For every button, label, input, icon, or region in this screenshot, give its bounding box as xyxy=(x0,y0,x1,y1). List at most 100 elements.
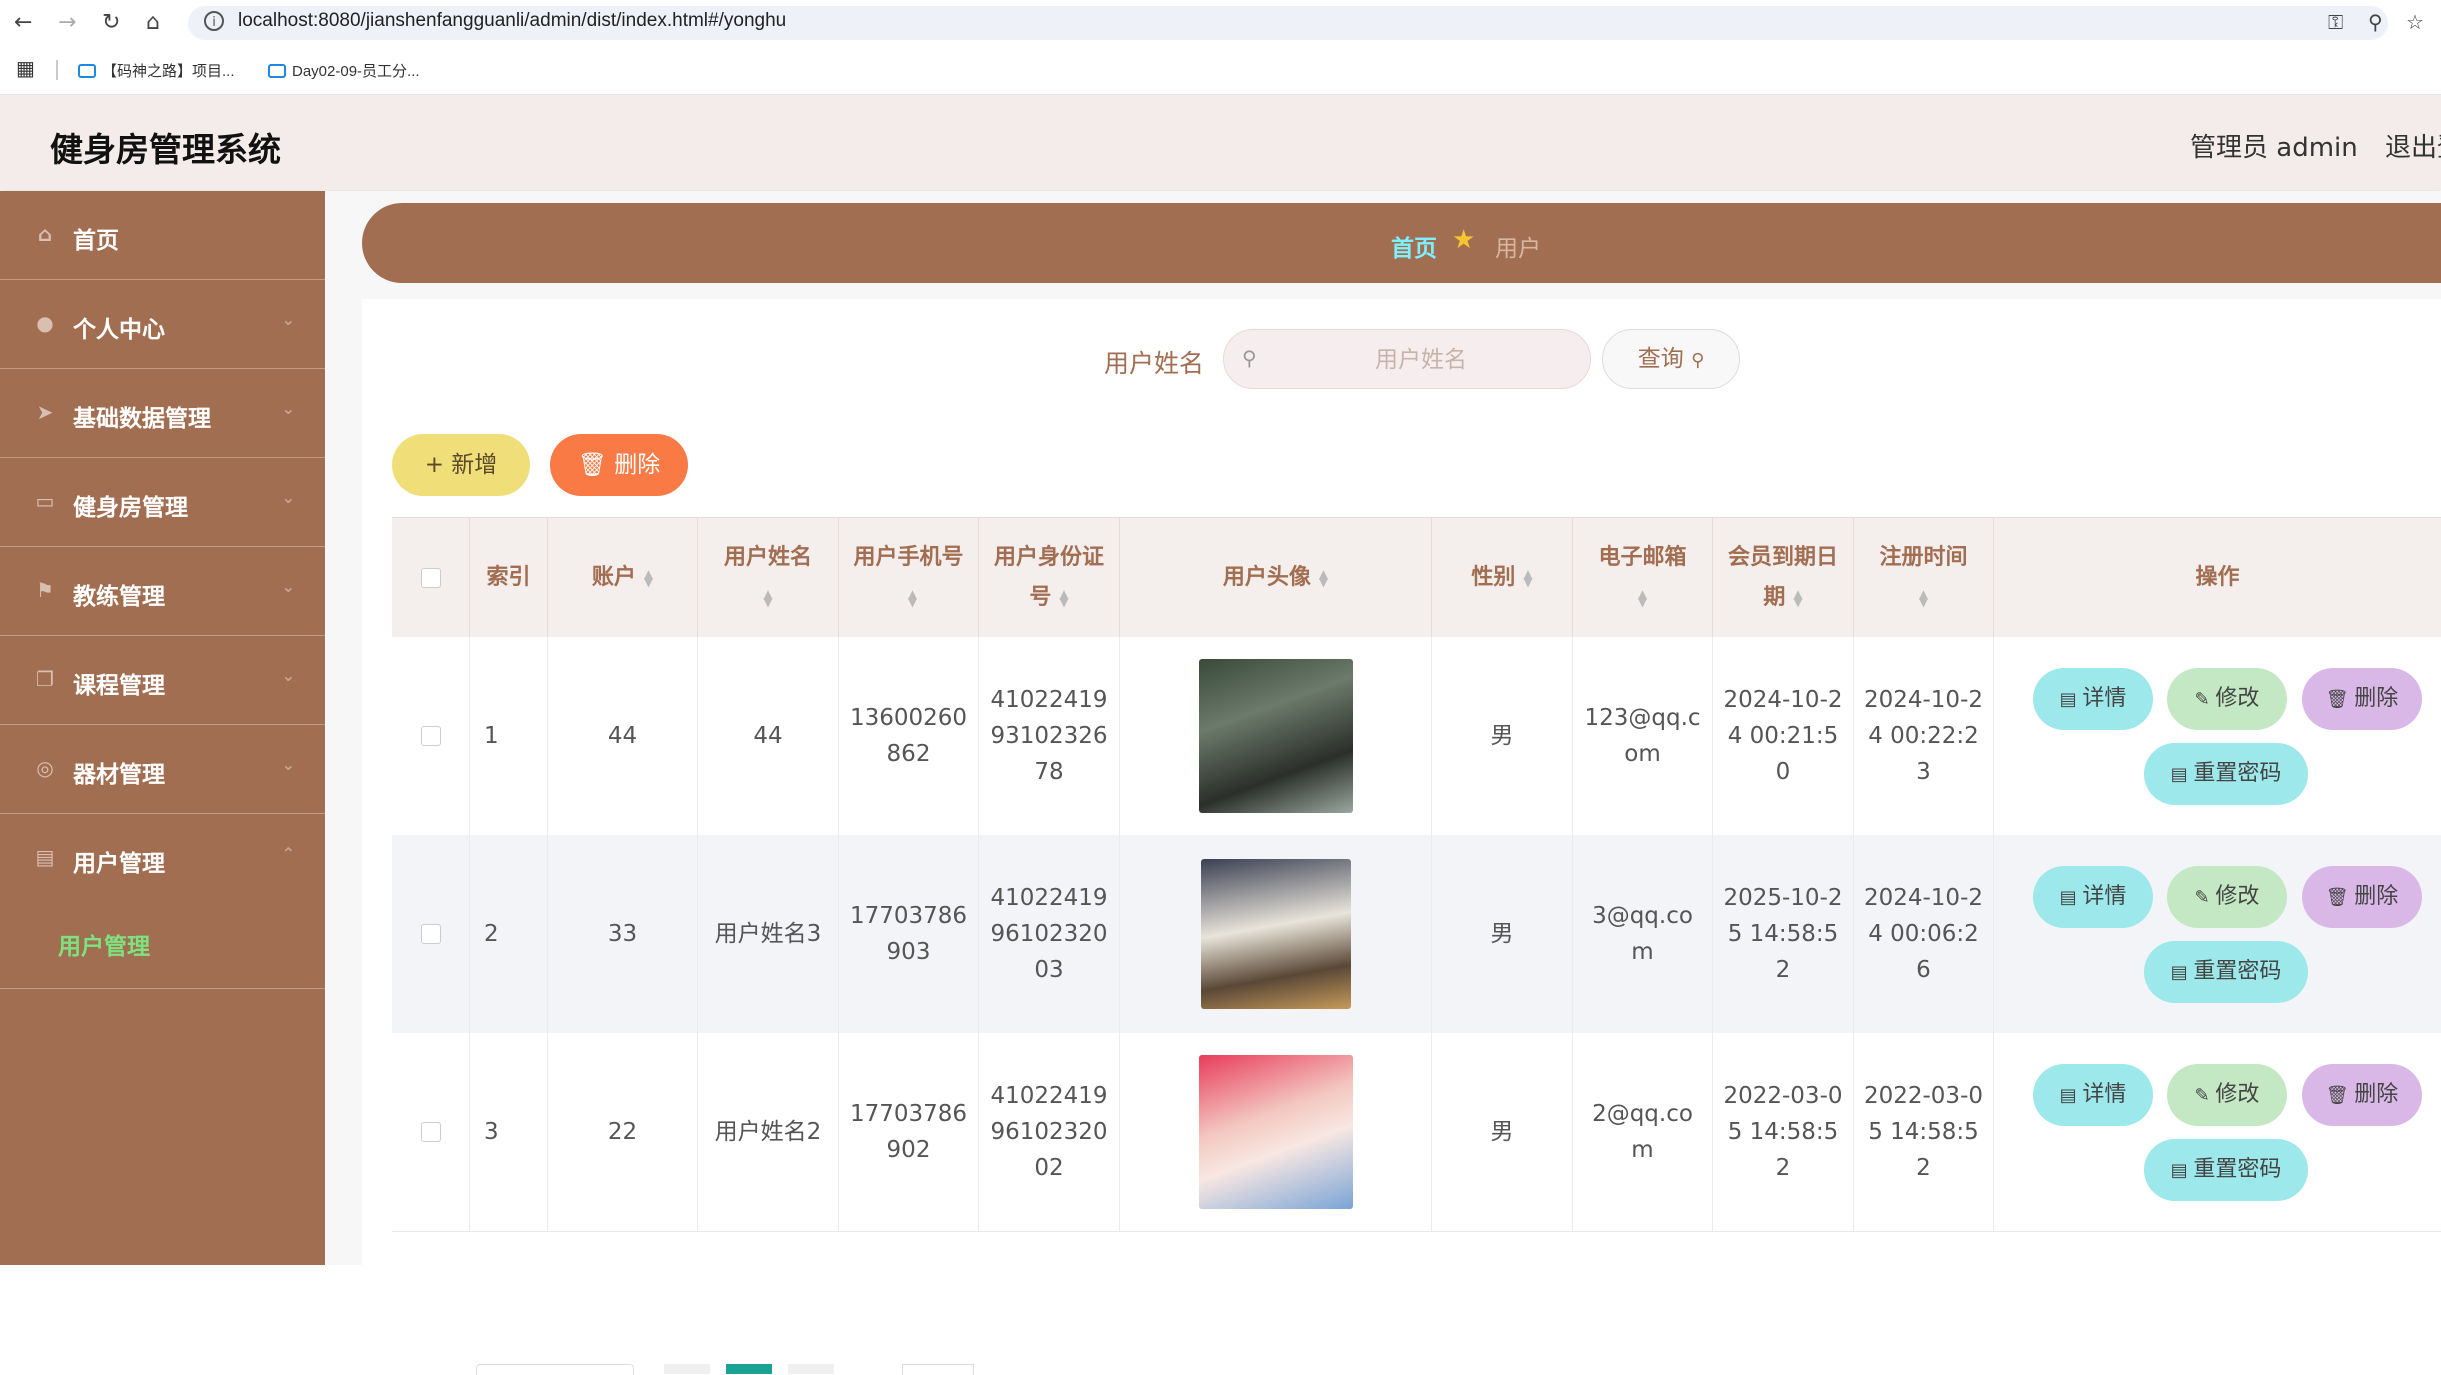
detail-button[interactable]: ▤ 详情 xyxy=(2033,866,2153,928)
batch-delete-button[interactable]: 🗑 删除 xyxy=(550,434,688,496)
home-browser-icon[interactable]: ⌂ xyxy=(146,11,160,35)
trash-icon: 🗑 xyxy=(2325,689,2355,710)
user-avatar-image[interactable] xyxy=(1198,659,1353,813)
select-all-checkbox[interactable] xyxy=(420,568,441,588)
table-row: 3 22 用户姓名2 17703786902 410224199610232002 男 2@… xyxy=(392,1033,2441,1232)
cell-phone: 17703786902 xyxy=(839,1033,979,1231)
row-checkbox[interactable] xyxy=(420,1122,441,1142)
cell-email: 2@qq.com xyxy=(1573,1033,1713,1231)
sidebar-item-profile[interactable]: ● 个人中心 ⌄ xyxy=(0,280,325,369)
zoom-icon[interactable]: ⚲ xyxy=(2368,10,2383,34)
header-name[interactable]: 用户姓名 ▲ ▼ xyxy=(698,518,839,638)
sidebar-item-home[interactable]: ⌂ 首页 xyxy=(0,191,325,280)
breadcrumb-current: 用户 xyxy=(1495,236,1541,262)
query-button[interactable]: 查询 ⚲ xyxy=(1602,329,1740,389)
detail-button[interactable]: ▤ 详情 xyxy=(2033,668,2153,730)
header-account[interactable]: 账户 ▲ ▼ xyxy=(548,518,698,638)
cell-expire: 2025-10-25 14:58:52 xyxy=(1713,835,1854,1033)
user-avatar-image[interactable] xyxy=(1200,859,1351,1009)
cell-idcard-text: 410224199610232003 xyxy=(990,885,1108,983)
forward-icon[interactable]: → xyxy=(58,11,76,35)
cell-phone-text: 17703786903 xyxy=(849,903,968,965)
cell-expire: 2022-03-05 14:58:52 xyxy=(1713,1033,1854,1231)
cell-gender-text: 男 xyxy=(1490,723,1514,749)
cell-email-text: 3@qq.com xyxy=(1592,903,1693,965)
row-checkbox[interactable] xyxy=(420,726,441,746)
sidebar-subitem-user-mgmt[interactable]: 用户管理 xyxy=(58,927,150,961)
header-email[interactable]: 电子邮箱 ▲ ▼ xyxy=(1573,518,1713,638)
star-icon: ★ xyxy=(1452,225,1476,255)
cell-phone-text: 17703786902 xyxy=(849,1101,968,1163)
table-row: 1 44 44 13600260862 410224199310232678 男 123@q… xyxy=(392,637,2441,836)
detail-button-label: 详情 xyxy=(2082,1082,2127,1107)
reset-password-button[interactable]: ▤ 重置密码 xyxy=(2144,743,2308,805)
search-input[interactable] xyxy=(1264,330,1578,390)
delete-button[interactable]: 🗑 删除 xyxy=(2302,668,2422,730)
edit-button[interactable]: ✎ 修改 xyxy=(2167,668,2287,730)
header-phone[interactable]: 用户手机号▲ ▼ xyxy=(839,518,979,638)
sidebar-item-equipment[interactable]: ◎ 器材管理 ⌄ xyxy=(0,725,325,814)
sidebar-item-gym[interactable]: ▭ 健身房管理 ⌄ xyxy=(0,458,325,547)
sidebar-item-basic-data[interactable]: ➤ 基础数据管理 ⌄ xyxy=(0,369,325,458)
logout-link[interactable]: 退出登录 xyxy=(2385,127,2441,164)
cell-select xyxy=(392,835,470,1033)
breadcrumb-home[interactable]: 首页 xyxy=(1391,229,1437,263)
apps-grid-icon[interactable]: ▦ xyxy=(16,56,35,81)
sidebar-item-coach[interactable]: ⚑ 教练管理 ⌄ xyxy=(0,547,325,636)
document-icon: ▤ xyxy=(2059,689,2083,710)
bilibili-icon xyxy=(78,64,96,78)
header-gender[interactable]: 性别 ▲ ▼ xyxy=(1432,518,1573,638)
add-button[interactable]: + 新增 xyxy=(392,434,530,496)
page-current[interactable] xyxy=(726,1364,772,1374)
cell-register: 2022-03-05 14:58:52 xyxy=(1854,1033,1994,1231)
reset-password-button[interactable]: ▤ 重置密码 xyxy=(2144,1139,2308,1201)
site-info-icon[interactable]: i xyxy=(204,11,224,31)
sidebar-item-label: 教练管理 xyxy=(73,584,165,610)
page-prev-button[interactable] xyxy=(664,1364,710,1374)
delete-button[interactable]: 🗑 删除 xyxy=(2302,866,2422,928)
header-expire[interactable]: 会员到期日期 ▲ ▼ xyxy=(1713,518,1854,638)
header-select-all[interactable] xyxy=(392,518,470,638)
edit-button[interactable]: ✎ 修改 xyxy=(2167,866,2287,928)
cell-index: 1 xyxy=(470,637,548,835)
back-icon[interactable]: ← xyxy=(14,11,32,35)
cell-register-text: 2022-03-05 14:58:52 xyxy=(1863,1083,1984,1181)
cell-gender: 男 xyxy=(1432,637,1573,835)
chevron-down-icon: ⌄ xyxy=(281,310,295,329)
bookmark-item-1[interactable]: 【码神之路】项目... xyxy=(78,60,235,81)
sidebar-item-course[interactable]: ❐ 课程管理 ⌄ xyxy=(0,636,325,725)
flag-icon: ⚑ xyxy=(36,578,54,602)
bookmark-star-icon[interactable]: ☆ xyxy=(2406,10,2424,34)
query-button-label: 查询 xyxy=(1637,346,1684,372)
sidebar-item-label: 用户管理 xyxy=(73,851,165,877)
reset-password-button-label: 重置密码 xyxy=(2193,761,2282,786)
cell-actions: ▤ 详情 ✎ 修改 🗑 删除 ▤ 重置密码 xyxy=(1994,835,2441,1033)
page-size-select[interactable] xyxy=(476,1364,634,1375)
password-key-icon[interactable]: ⚿ xyxy=(2328,10,2343,34)
page-jump-input[interactable] xyxy=(902,1364,974,1375)
delete-button-label: 删除 xyxy=(2354,686,2399,711)
url-text[interactable]: localhost:8080/jianshenfangguanli/admin/… xyxy=(238,10,786,32)
cell-idcard: 410224199610232002 xyxy=(979,1033,1120,1231)
header-register[interactable]: 注册时间 ▲ ▼ xyxy=(1854,518,1994,638)
search-label: 用户姓名 xyxy=(1104,349,1205,378)
user-avatar-image[interactable] xyxy=(1198,1055,1353,1209)
delete-button[interactable]: 🗑 删除 xyxy=(2302,1064,2422,1126)
home-icon: ⌂ xyxy=(37,222,53,246)
detail-button[interactable]: ▤ 详情 xyxy=(2033,1064,2153,1126)
row-checkbox[interactable] xyxy=(420,924,441,944)
table-header: 索引 账户 ▲ ▼ 用户姓名 ▲ ▼ 用户手机号▲ ▼ 用户身份证号 ▲ ▼ 用户头像 ▲ ▼ 性… xyxy=(392,517,2441,639)
reload-icon[interactable]: ↻ xyxy=(102,11,120,35)
document-icon: ▤ xyxy=(2170,962,2194,983)
monitor-icon: ▭ xyxy=(35,489,55,513)
sidebar-item-user-mgmt[interactable]: ▤ 用户管理 ⌃ 用户管理 xyxy=(0,814,325,989)
cell-email: 3@qq.com xyxy=(1573,835,1713,1033)
chevron-down-icon: ⌄ xyxy=(281,577,295,596)
cell-name-text: 用户姓名2 xyxy=(714,1119,822,1145)
header-avatar[interactable]: 用户头像 ▲ ▼ xyxy=(1120,518,1432,638)
reset-password-button[interactable]: ▤ 重置密码 xyxy=(2144,941,2308,1003)
edit-button[interactable]: ✎ 修改 xyxy=(2167,1064,2287,1126)
bookmark-item-2[interactable]: Day02-09-员工分... xyxy=(268,60,420,81)
header-idcard[interactable]: 用户身份证号 ▲ ▼ xyxy=(979,518,1120,638)
page-next-button[interactable] xyxy=(788,1364,834,1374)
